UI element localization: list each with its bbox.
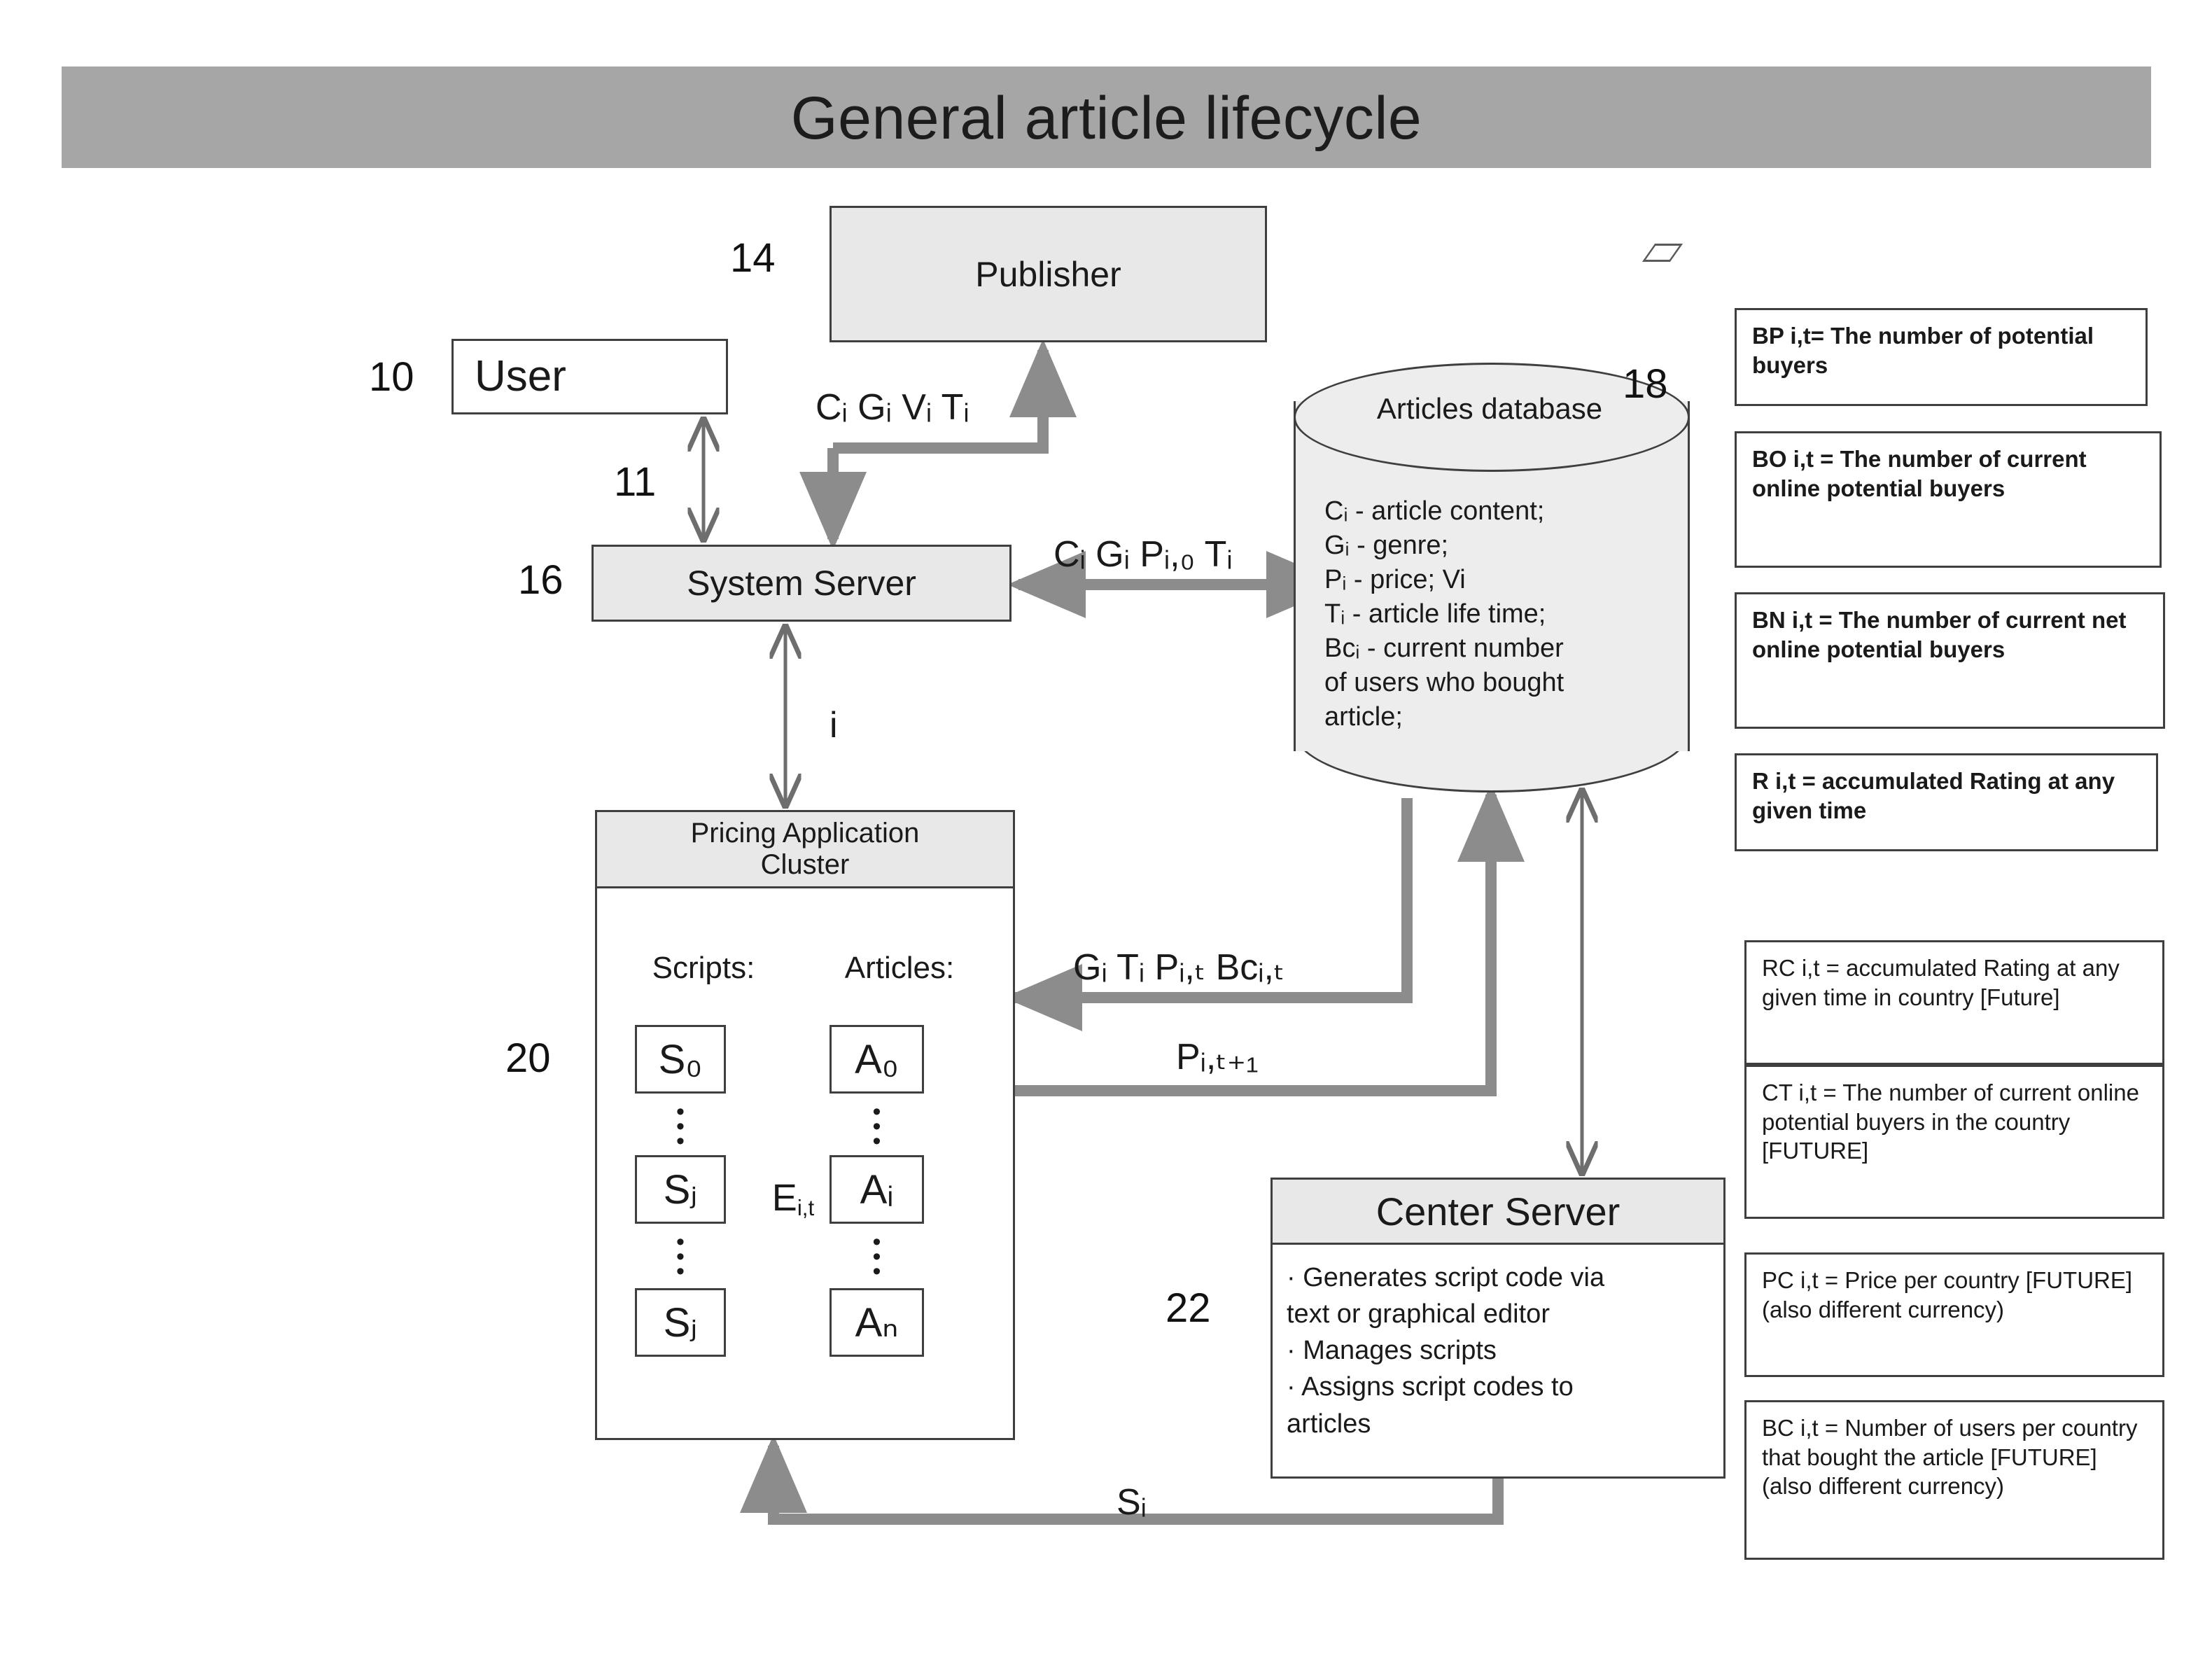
publisher-node[interactable]: Publisher — [830, 206, 1267, 342]
reference-numeral-14: 14 — [730, 235, 776, 281]
article-box-an[interactable]: Aₙ — [830, 1288, 924, 1357]
center-server-title: Center Server — [1376, 1189, 1620, 1234]
reference-numeral-10: 10 — [369, 354, 414, 400]
legend-item-pc: PC i,t = Price per country [FUTURE] (als… — [1744, 1252, 2164, 1377]
db-field: Cᵢ - article content; — [1324, 496, 1545, 526]
legend-item-ct: CT i,t = The number of current online po… — [1744, 1065, 2164, 1219]
center-server-bullet: text or graphical editor — [1287, 1299, 1550, 1329]
scripts-column-label: Scripts: — [652, 951, 755, 985]
reference-numeral-11: 11 — [614, 459, 657, 505]
db-field: article; — [1324, 702, 1403, 732]
articles-ellipsis-bottom: • • • — [872, 1229, 881, 1285]
legend-item-bn: BN i,t = The number of current net onlin… — [1735, 592, 2165, 729]
legend-item-bo: BO i,t = The number of current online po… — [1735, 431, 2162, 568]
arrow-label-server-to-db: Cᵢ Gᵢ Pᵢ,₀ Tᵢ — [1054, 534, 1233, 575]
system-server-label: System Server — [687, 564, 916, 603]
legend-item-bc: BC i,t = Number of users per country tha… — [1744, 1400, 2164, 1560]
center-server-header: Center Server — [1270, 1178, 1726, 1245]
db-field: of users who bought — [1324, 668, 1564, 698]
arrow-label-user-to-publisher: Cᵢ Gᵢ Vᵢ Tᵢ — [816, 387, 969, 428]
page-title: General article lifecycle — [790, 85, 1422, 152]
arrow-label-db-to-cluster: Gᵢ Tᵢ Pᵢ,ₜ Bcᵢ,ₜ — [1073, 947, 1285, 988]
exchange-symbol: E — [771, 1177, 797, 1219]
reference-numeral-20: 20 — [505, 1035, 551, 1081]
diagram-canvas: General article lifecycle Publisher 14 U… — [0, 0, 2212, 1676]
user-node[interactable]: User — [451, 339, 728, 414]
article-box-a0[interactable]: A₀ — [830, 1025, 924, 1094]
cluster-title-line2: Cluster — [760, 849, 850, 880]
articles-ellipsis-top: • • • — [872, 1098, 881, 1155]
articles-database-node[interactable]: Articles database Cᵢ - article content; … — [1294, 363, 1690, 792]
center-server-bullet-list: · Generates script code via text or grap… — [1287, 1260, 1707, 1443]
center-server-bullet: · Assigns script codes to — [1287, 1372, 1574, 1402]
script-box-sJ[interactable]: Sⱼ — [635, 1288, 726, 1357]
arrow-label-index-i: i — [830, 705, 838, 746]
system-server-node[interactable]: System Server — [592, 545, 1011, 622]
arrow-label-cluster-to-db: Pᵢ,ₜ₊₁ — [1176, 1037, 1259, 1077]
articles-column-label: Articles: — [844, 951, 955, 985]
scripts-ellipsis-top: • • • — [676, 1098, 685, 1155]
exchange-label: Ei,t — [755, 1176, 832, 1220]
legend-item-bp: BP i,t= The number of potential buyers — [1735, 308, 2148, 406]
center-server-bullet: · Generates script code via — [1287, 1263, 1605, 1292]
cluster-header: Pricing Application Cluster — [595, 810, 1015, 888]
article-box-ai[interactable]: Aᵢ — [830, 1155, 924, 1224]
user-label: User — [475, 352, 566, 401]
legend-item-r: R i,t = accumulated Rating at any given … — [1735, 753, 2158, 851]
db-field: Gᵢ - genre; — [1324, 531, 1449, 561]
cluster-title-line1: Pricing Application — [690, 818, 920, 849]
script-box-s0[interactable]: S₀ — [635, 1025, 726, 1094]
publisher-label: Publisher — [975, 254, 1121, 294]
scripts-ellipsis-bottom: • • • — [676, 1229, 685, 1285]
center-server-bullet: · Manages scripts — [1287, 1336, 1497, 1366]
db-field: Bcᵢ - current number — [1324, 634, 1564, 664]
decorative-parallelogram-icon — [1642, 244, 1684, 262]
center-server-bullet: articles — [1287, 1409, 1371, 1439]
reference-numeral-18: 18 — [1623, 361, 1668, 407]
db-field-list: Cᵢ - article content; Gᵢ - genre; Pᵢ - p… — [1324, 494, 1674, 734]
db-field: Tᵢ - article life time; — [1324, 599, 1546, 629]
reference-numeral-16: 16 — [518, 557, 564, 603]
script-box-sj[interactable]: Sⱼ — [635, 1155, 726, 1224]
arrow-label-center-to-cluster: Sᵢ — [1116, 1482, 1147, 1523]
legend-item-rc: RC i,t = accumulated Rating at any given… — [1744, 940, 2164, 1065]
reference-numeral-22: 22 — [1166, 1285, 1211, 1331]
exchange-subscript: i,t — [797, 1195, 815, 1220]
db-field: Pᵢ - price; Vi — [1324, 565, 1466, 595]
